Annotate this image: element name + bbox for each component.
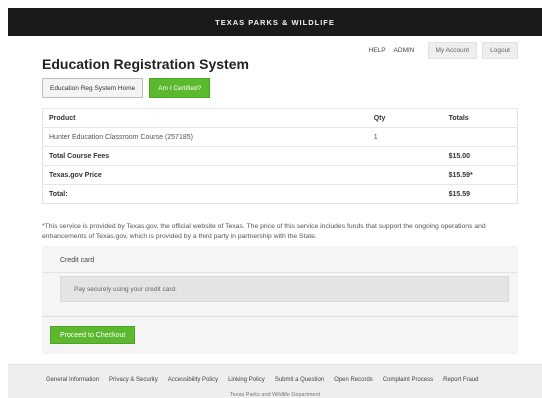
footer-link-privacy-security[interactable]: Privacy & Security	[109, 377, 158, 383]
footer-link-linking-policy[interactable]: Linking Policy	[228, 377, 265, 383]
qty-cell	[367, 184, 443, 204]
top-band	[0, 0, 542, 8]
table-row: Hunter Education Classroom Course (25718…	[42, 127, 518, 147]
table-header-row: Product Qty Totals	[42, 108, 518, 128]
total-cell: $15.00	[442, 146, 518, 166]
qty-cell	[367, 165, 443, 185]
product-cell: Hunter Education Classroom Course (25718…	[42, 127, 368, 147]
divider	[42, 316, 518, 317]
page-title: Education Registration System	[42, 56, 249, 72]
footer-link-submit-question[interactable]: Submit a Question	[275, 377, 324, 383]
qty-cell: 1	[367, 127, 443, 147]
help-link[interactable]: HELP	[369, 47, 386, 54]
footer-links: General Information Privacy & Security A…	[46, 377, 479, 383]
footer-link-open-records[interactable]: Open Records	[334, 377, 373, 383]
footer: General Information Privacy & Security A…	[8, 364, 542, 398]
admin-link[interactable]: ADMIN	[394, 47, 415, 54]
product-cell: Total Course Fees	[42, 146, 368, 166]
action-buttons: Education Reg System Home Am I Certified…	[42, 78, 211, 98]
my-account-button[interactable]: My Account	[427, 42, 478, 59]
qty-cell	[367, 146, 443, 166]
page: TEXAS PARKS & WILDLIFE HELP ADMIN My Acc…	[0, 0, 542, 398]
total-cell: $15.59*	[442, 165, 518, 185]
logout-button[interactable]: Logout	[482, 42, 518, 59]
top-nav: HELP ADMIN My Account Logout	[369, 42, 518, 59]
total-cell	[442, 127, 518, 147]
total-cell: $15.59	[442, 184, 518, 204]
table-row: Total Course Fees $15.00	[42, 146, 518, 166]
footer-link-report-fraud[interactable]: Report Fraud	[443, 377, 478, 383]
disclaimer-text: *This service is provided by Texas.gov, …	[42, 223, 486, 240]
reg-system-home-button[interactable]: Education Reg System Home	[42, 78, 144, 98]
site-header: TEXAS PARKS & WILDLIFE	[8, 8, 542, 36]
footer-agency-name: Texas Parks and Wildlife Department	[229, 392, 321, 398]
column-header-qty: Qty	[367, 108, 443, 128]
site-brand[interactable]: TEXAS PARKS & WILDLIFE	[215, 18, 335, 27]
product-cell: Texas.gov Price	[42, 165, 368, 185]
column-header-product: Product	[42, 108, 368, 128]
product-cell: Total:	[42, 184, 368, 204]
table-row: Texas.gov Price $15.59*	[42, 165, 518, 185]
proceed-to-checkout-button[interactable]: Proceed to Checkout	[50, 326, 136, 344]
product-table: Product Qty Totals Hunter Education Clas…	[42, 108, 518, 204]
payment-note: Pay securely using your credit card.	[60, 276, 509, 302]
footer-link-complaint-process[interactable]: Complaint Process	[383, 377, 433, 383]
divider	[42, 272, 518, 273]
table-row: Total: $15.59	[42, 184, 518, 204]
footer-link-accessibility-policy[interactable]: Accessibility Policy	[168, 377, 218, 383]
footer-link-general-information[interactable]: General Information	[46, 377, 99, 383]
payment-panel: Credit card Pay securely using your cred…	[42, 246, 518, 354]
am-i-certified-button[interactable]: Am I Certified?	[149, 78, 211, 98]
column-header-totals: Totals	[442, 108, 518, 128]
payment-method-title: Credit card	[60, 257, 95, 264]
